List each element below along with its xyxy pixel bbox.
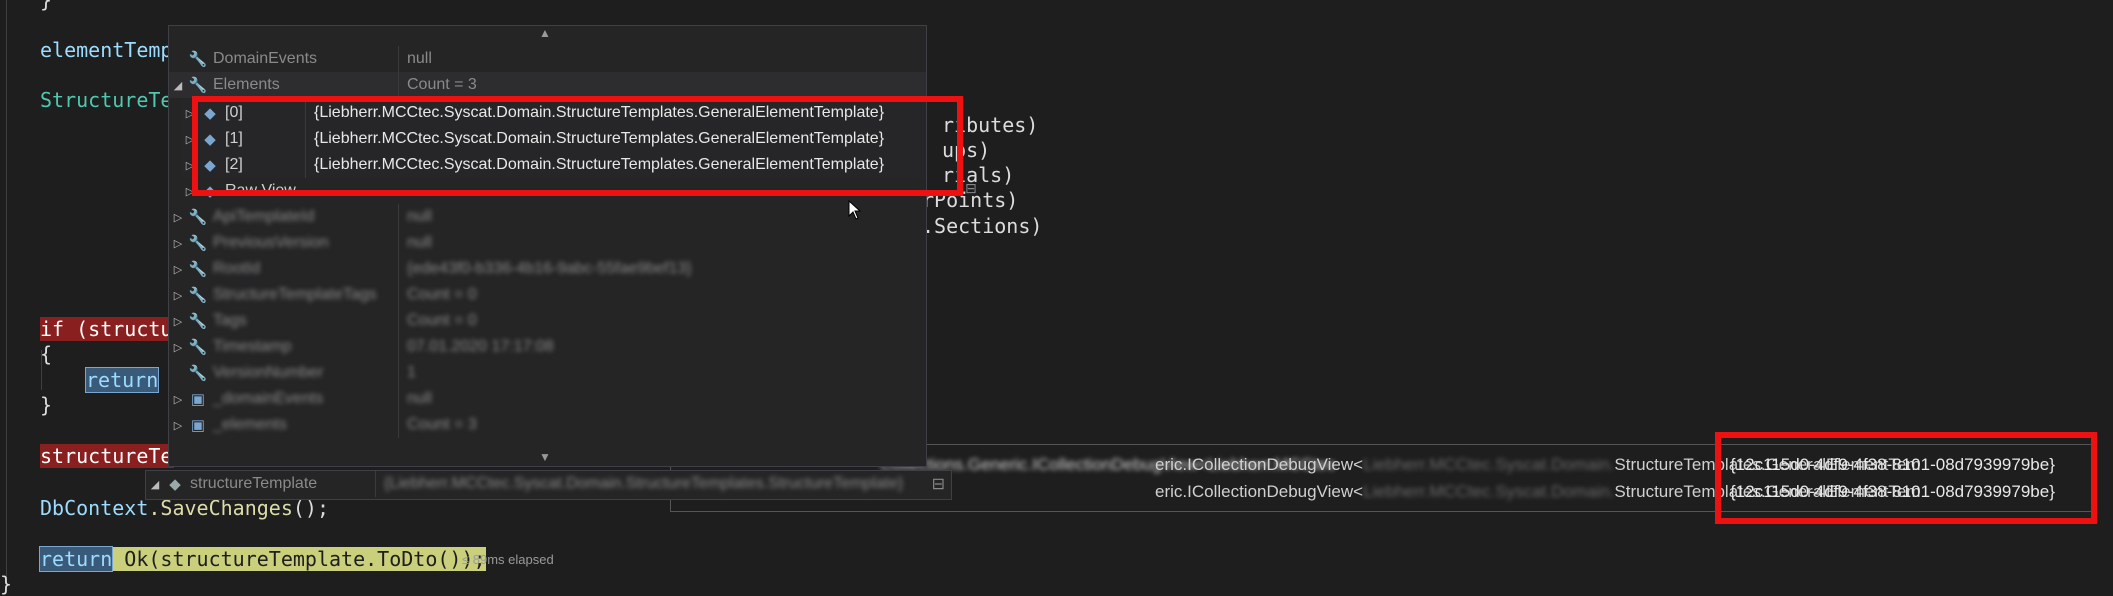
wrench-icon: 🔧 — [188, 77, 208, 94]
scroll-up-icon[interactable]: ▲ — [539, 26, 551, 40]
blurred-member-row[interactable]: ▷ 🔧 Tags Count = 0 — [169, 308, 926, 334]
member-value: {ede43f0-b336-4b16-9abc-55fae9bef13} — [407, 260, 692, 277]
datatip-row-elements[interactable]: ◢ 🔧 Elements Count = 3 — [169, 72, 926, 98]
member-name: DomainEvents — [213, 50, 318, 67]
member-name: ApiTemplateId — [213, 208, 315, 225]
expand-arrow-icon[interactable]: ▷ — [169, 393, 187, 406]
member-value: Count = 3 — [407, 416, 477, 433]
expand-arrow-icon[interactable]: ▷ — [169, 419, 187, 432]
member-name: RootId — [213, 260, 261, 277]
blurred-member-row[interactable]: ▷ 🔧 RootId {ede43f0-b336-4b16-9abc-55fae9be… — [169, 256, 926, 282]
expand-arrow-icon[interactable]: ▷ — [169, 315, 187, 328]
wrench-icon: 🔧 — [188, 339, 208, 356]
wrench-icon: 🔧 — [188, 209, 208, 226]
blurred-member-row[interactable]: ▷ 🔧 Timestamp 07.01.2020 17:17:08 — [169, 334, 926, 360]
code-close-brace: } — [40, 393, 53, 417]
wrench-icon: 🔧 — [188, 51, 208, 68]
mouse-cursor-icon — [848, 199, 862, 224]
structure-datatip[interactable]: ▲ 🔧 DomainEvents null ◢ 🔧 Elements Count… — [168, 25, 927, 467]
member-value: null — [407, 50, 432, 67]
blurred-member-row[interactable]: ▷ 🔧 ApiTemplateId null — [169, 204, 926, 230]
root-datatip-row[interactable]: ◢ ◆ structureTemplate {Liebherr.MCCtec.S… — [146, 471, 951, 497]
blurred-member-row[interactable]: ▷ 🔧 PreviousVersion null — [169, 230, 926, 256]
member-name: StructureTemplateTags — [213, 286, 377, 303]
code-structure-assign[interactable]: structureTem — [40, 444, 185, 468]
member-name: _elements — [213, 416, 287, 433]
collection-row-blurred: Liebherr.MCCtec.Syscat.Domain. — [1363, 455, 1615, 474]
expand-arrow-icon[interactable]: ▷ — [169, 211, 187, 224]
blurred-member-row[interactable]: 🔧 VersionNumber 1 — [169, 360, 926, 386]
collection-row-blurred: Liebherr.MCCtec.Syscat.Domain. — [1363, 482, 1615, 501]
code-brace-top: } — [40, 0, 53, 12]
member-value: null — [407, 390, 432, 407]
expand-arrow-icon[interactable]: ▷ — [169, 263, 187, 276]
root-name: structureTemplate — [190, 475, 318, 492]
member-value: null — [407, 208, 432, 225]
if-condition: (structur — [64, 317, 185, 341]
expand-arrow-icon[interactable]: ▷ — [169, 237, 187, 250]
code-final-brace: } — [0, 572, 13, 596]
blurred-member-row[interactable]: ▷ ▣ _domainEvents null — [169, 386, 926, 412]
datatip-row-domain-events[interactable]: 🔧 DomainEvents null — [169, 46, 926, 72]
code-if-statement[interactable]: if (structur — [40, 317, 185, 341]
member-value: Count = 0 — [407, 286, 477, 303]
member-value: Count = 0 — [407, 312, 477, 329]
member-name: _domainEvents — [213, 390, 324, 407]
elements-highlight-box — [192, 96, 963, 196]
member-name: Timestamp — [213, 338, 292, 355]
blurred-member-row[interactable]: ▷ ▣ _elements Count = 3 — [169, 412, 926, 438]
code-fragment-sections: .Sections) — [922, 214, 1043, 238]
field-icon: ▣ — [190, 391, 206, 408]
code-element-template: elementTempl — [40, 38, 185, 62]
dbcontext-object: DbContext — [40, 496, 149, 520]
member-name: Tags — [213, 312, 247, 329]
expand-arrow-icon[interactable]: ▷ — [169, 289, 187, 302]
member-name: VersionNumber — [213, 364, 324, 381]
code-open-brace: { — [40, 342, 53, 366]
member-value: null — [407, 234, 432, 251]
current-return-keyword: return — [38, 546, 114, 572]
current-statement: Ok(structureTemplate.ToDto()); — [112, 547, 486, 571]
wrench-icon: 🔧 — [188, 261, 208, 278]
wrench-icon: 🔧 — [188, 235, 208, 252]
elapsed-time-indicator: ≤ 89ms elapsed — [462, 552, 554, 567]
collapse-arrow-icon[interactable]: ◢ — [169, 79, 187, 92]
member-value: 1 — [407, 364, 416, 381]
indent-guide — [6, 0, 7, 588]
wrench-icon: 🔧 — [188, 365, 208, 382]
pin-icon[interactable]: ⊟ — [932, 474, 945, 494]
member-name: PreviousVersion — [213, 234, 329, 251]
member-value: 07.01.2020 17:17:08 — [407, 338, 554, 355]
code-structure-template: StructureTem — [40, 88, 185, 112]
root-value: {Liebherr.MCCtec.Syscat.Domain.Structure… — [384, 475, 904, 492]
return-keyword[interactable]: return — [84, 367, 160, 393]
if-keyword: if — [40, 317, 65, 341]
collection-row-prefix: eric.ICollectionDebugView< — [1155, 482, 1364, 501]
member-name: Elements — [213, 76, 280, 93]
member-value: Count = 3 — [407, 76, 477, 93]
guid-highlight-box — [1715, 432, 2097, 524]
scroll-down-icon[interactable]: ▼ — [539, 450, 551, 464]
object-icon: ◆ — [169, 476, 181, 493]
root-datatip[interactable]: ◢ ◆ structureTemplate {Liebherr.MCCtec.S… — [145, 470, 952, 500]
pin-icon[interactable]: ⊟ — [965, 181, 977, 197]
expand-arrow-icon[interactable]: ▷ — [169, 341, 187, 354]
blurred-member-row[interactable]: ▷ 🔧 StructureTemplateTags Count = 0 — [169, 282, 926, 308]
code-current-return-line[interactable]: return Ok(structureTemplate.ToDto()); — [38, 546, 486, 572]
wrench-icon: 🔧 — [188, 287, 208, 304]
field-icon: ▣ — [190, 417, 206, 434]
wrench-icon: 🔧 — [188, 313, 208, 330]
collapse-arrow-icon[interactable]: ◢ — [146, 478, 164, 491]
